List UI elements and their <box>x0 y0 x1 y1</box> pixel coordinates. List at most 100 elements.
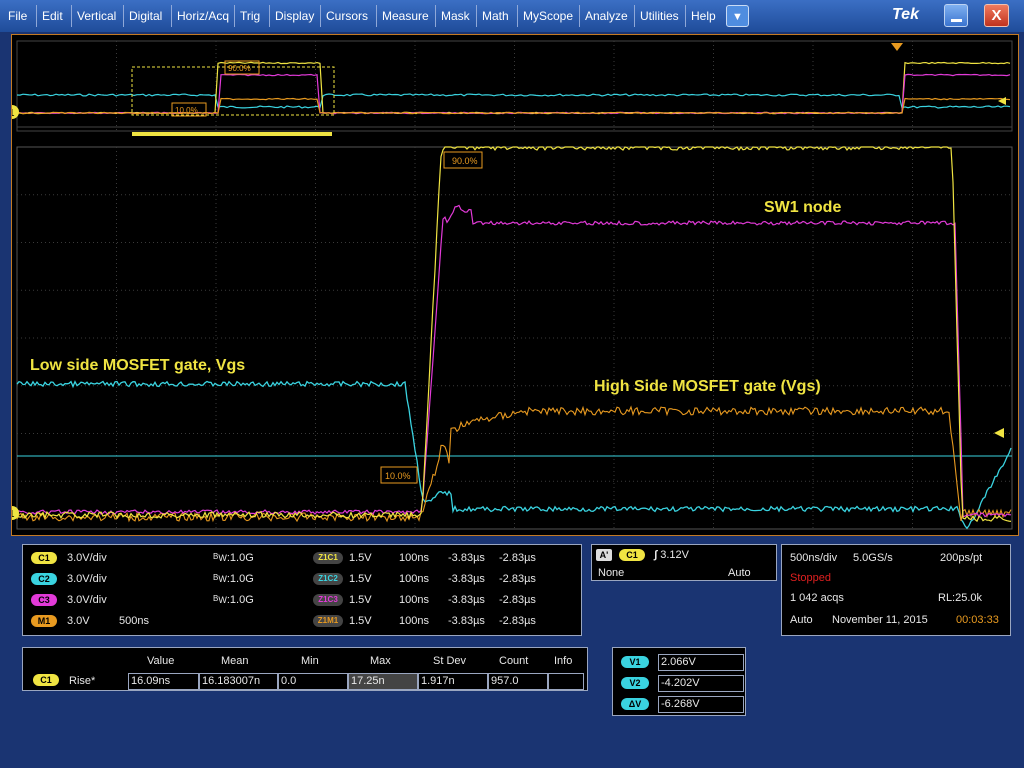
menu-edit[interactable]: Edit <box>42 9 63 23</box>
waveform-display[interactable]: 90.0% 10.0% 90.0% 10.0% 1 1 SW1 node Low side… <box>11 34 1019 536</box>
zoom-start: -3.83µs <box>448 615 485 627</box>
measurement-max: 17.25n <box>348 673 418 690</box>
cursor-readout-panel[interactable]: V1 2.066V V2 -4.202V ΔV -6.268V <box>612 647 746 716</box>
header-min: Min <box>301 655 319 667</box>
zoom-badge-z1m1[interactable]: Z1M1 <box>313 615 343 628</box>
acquisition-time: 00:03:33 <box>956 614 999 626</box>
trigger-coupling: None <box>598 567 625 579</box>
cursor-badge: ΔV <box>621 698 649 710</box>
menu-measure[interactable]: Measure <box>382 9 429 23</box>
channel-badge-c2[interactable]: C2 <box>31 573 57 586</box>
header-stdev: St Dev <box>433 655 467 667</box>
overview-trace-ch3 <box>16 73 1011 115</box>
zoom-end: -2.83µs <box>499 573 536 585</box>
trigger-level: 3.12V <box>660 549 689 561</box>
header-count: Count <box>499 655 529 667</box>
acquisition-count: 1 042 acqs <box>790 592 844 604</box>
menu-math[interactable]: Math <box>482 9 509 23</box>
resolution: 200ps/pt <box>940 552 983 564</box>
cursor-value: 2.066V <box>658 654 744 671</box>
channel-bandwidth: BW:1.0G <box>213 573 254 585</box>
zoom-start: -3.83µs <box>448 573 485 585</box>
channel-badge-label: C2 <box>31 573 57 586</box>
menu-display[interactable]: Display <box>275 9 314 23</box>
zoom-badge-z1c3[interactable]: Z1C3 <box>313 594 343 607</box>
record-length: RL:25.0k <box>938 592 983 604</box>
ch1-ground-marker-label: 1 <box>12 108 15 119</box>
channel-scale: 3.0V <box>67 615 90 627</box>
minimize-icon[interactable] <box>944 4 968 27</box>
measurement-min: 0.0 <box>278 673 348 690</box>
zoom-badge-label: Z1M1 <box>313 615 343 628</box>
overview-trace-ch1 <box>16 61 1011 115</box>
menu-utilities[interactable]: Utilities <box>640 9 679 23</box>
zoom-badge-z1c1[interactable]: Z1C1 <box>313 552 343 565</box>
menu-separator <box>171 5 172 27</box>
menu-file[interactable]: File <box>8 9 27 23</box>
menu-separator <box>71 5 72 27</box>
trigger-slope-icon: ∫ <box>654 549 658 561</box>
channel-scale: 3.0V/div <box>67 594 107 606</box>
zoom-end: -2.83µs <box>499 552 536 564</box>
acquisition-state: Stopped <box>790 572 831 584</box>
trigger-position-marker <box>891 43 903 51</box>
ref-90-label: 90.0% <box>452 156 478 166</box>
menu-separator <box>685 5 686 27</box>
trigger-type: Auto <box>728 567 751 579</box>
menu-digital[interactable]: Digital <box>129 9 162 23</box>
menu-separator <box>376 5 377 27</box>
menu-help[interactable]: Help <box>691 9 716 23</box>
menu-myscope[interactable]: MyScope <box>523 9 573 23</box>
menu-vertical[interactable]: Vertical <box>77 9 116 23</box>
overview-trace-ch2 <box>16 93 1011 109</box>
measurement-value: 16.09ns <box>128 673 199 690</box>
label-low-side-gate: Low side MOSFET gate, Vgs <box>30 357 246 374</box>
menu-mask[interactable]: Mask <box>441 9 470 23</box>
channel-badge-label: C1 <box>31 552 57 565</box>
trigger-source-badge: C1 <box>619 549 646 562</box>
menu-analyze[interactable]: Analyze <box>585 9 628 23</box>
zoom-badge-label: Z1C3 <box>313 594 343 607</box>
menu-trig[interactable]: Trig <box>240 9 260 23</box>
header-value: Value <box>147 655 175 667</box>
channel-badge-c1[interactable]: C1 <box>31 552 57 565</box>
measurement-stdev: 1.917n <box>418 673 488 690</box>
trigger-panel[interactable]: A' C1 ∫ 3.12V None Auto <box>591 544 777 581</box>
menu-dropdown-button[interactable]: ▼ <box>726 5 749 27</box>
trigger-level-marker <box>994 428 1004 438</box>
acquisition-panel[interactable]: 500ns/div 5.0GS/s 200ps/pt Stopped 1 042… <box>781 544 1011 636</box>
menu-separator <box>269 5 270 27</box>
channel-badge-label: C3 <box>31 594 57 607</box>
zoom-scale: 1.5V <box>349 615 372 627</box>
measurement-info <box>548 673 584 690</box>
header-max: Max <box>370 655 391 667</box>
menu-separator <box>36 5 37 27</box>
overview-ref-90: 90.0% <box>228 64 251 73</box>
menu-separator <box>476 5 477 27</box>
menu-separator <box>435 5 436 27</box>
channel-scale: 3.0V/div <box>67 552 107 564</box>
zoom-time: 100ns <box>399 615 429 627</box>
channel-bandwidth: 500ns <box>119 615 149 627</box>
channel-bandwidth: BW:1.0G <box>213 594 254 606</box>
label-high-side-gate: High Side MOSFET gate (Vgs) <box>594 378 821 395</box>
zoom-position-bar <box>132 132 332 136</box>
header-info: Info <box>554 655 573 667</box>
channel-badge-m1[interactable]: M1 <box>31 615 57 628</box>
menu-separator <box>320 5 321 27</box>
menu-cursors[interactable]: Cursors <box>326 9 368 23</box>
measurement-mean: 16.183007n <box>199 673 278 690</box>
zoom-time: 100ns <box>399 594 429 606</box>
zoom-end: -2.83µs <box>499 615 536 627</box>
menu-horizacq[interactable]: Horiz/Acq <box>177 9 229 23</box>
channel-badge-label: M1 <box>31 615 57 628</box>
zoom-badge-label: Z1C1 <box>313 552 343 565</box>
measurement-panel[interactable]: Value Mean Min Max St Dev Count Info C1 … <box>22 647 588 691</box>
channel-settings-panel: C1 3.0V/div BW:1.0G Z1C1 1.5V 100ns -3.83µs -2.… <box>22 544 582 636</box>
menu-separator <box>634 5 635 27</box>
brand-logo: Tek <box>892 6 919 23</box>
zoom-badge-z1c2[interactable]: Z1C2 <box>313 573 343 586</box>
close-button[interactable]: X <box>984 4 1009 27</box>
waveform-graticule: 90.0% 10.0% 90.0% 10.0% 1 1 <box>12 40 1013 530</box>
channel-badge-c3[interactable]: C3 <box>31 594 57 607</box>
